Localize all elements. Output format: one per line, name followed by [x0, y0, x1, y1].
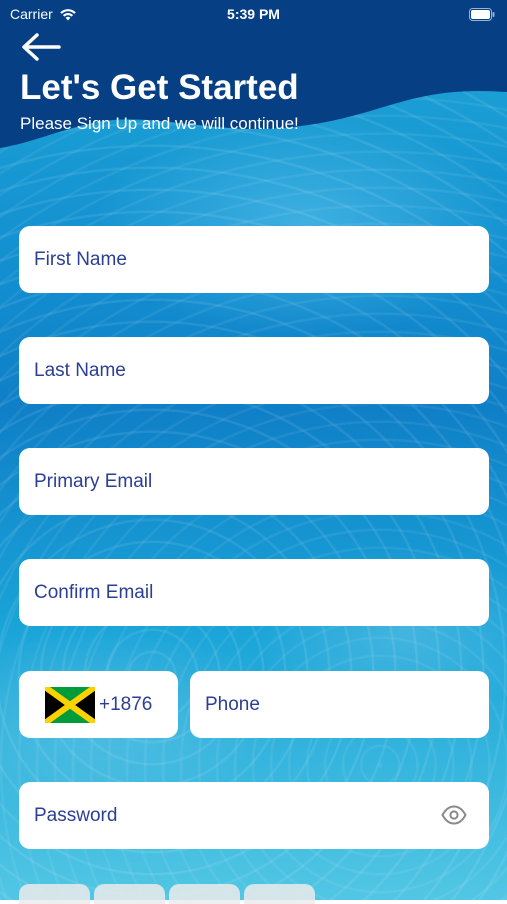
jamaica-flag-icon: [45, 686, 95, 723]
password-strength-bar: [19, 884, 315, 904]
strength-segment: [244, 884, 315, 904]
status-bar: Carrier 5:39 PM: [0, 0, 507, 28]
status-time: 5:39 PM: [227, 6, 280, 22]
confirm-email-field[interactable]: Confirm Email: [19, 559, 489, 626]
phone-field[interactable]: Phone: [190, 671, 489, 738]
primary-email-field[interactable]: Primary Email: [19, 448, 489, 515]
confirm-email-placeholder: Confirm Email: [34, 581, 154, 603]
phone-placeholder: Phone: [205, 693, 260, 715]
country-code-picker[interactable]: +1876: [19, 671, 178, 738]
country-code-label: +1876: [99, 693, 153, 715]
battery-icon: [469, 8, 495, 21]
strength-segment: [19, 884, 90, 904]
eye-icon[interactable]: [441, 804, 467, 826]
last-name-field[interactable]: Last Name: [19, 337, 489, 404]
last-name-placeholder: Last Name: [34, 359, 126, 381]
first-name-placeholder: First Name: [34, 248, 127, 270]
password-field[interactable]: Password: [19, 782, 489, 849]
password-placeholder: Password: [34, 804, 118, 826]
strength-segment: [169, 884, 240, 904]
page-title: Let's Get Started: [20, 68, 299, 107]
page-subtitle: Please Sign Up and we will continue!: [20, 114, 299, 133]
back-arrow-icon[interactable]: [20, 30, 62, 64]
strength-segment: [94, 884, 165, 904]
first-name-field[interactable]: First Name: [19, 226, 489, 293]
primary-email-placeholder: Primary Email: [34, 470, 153, 492]
